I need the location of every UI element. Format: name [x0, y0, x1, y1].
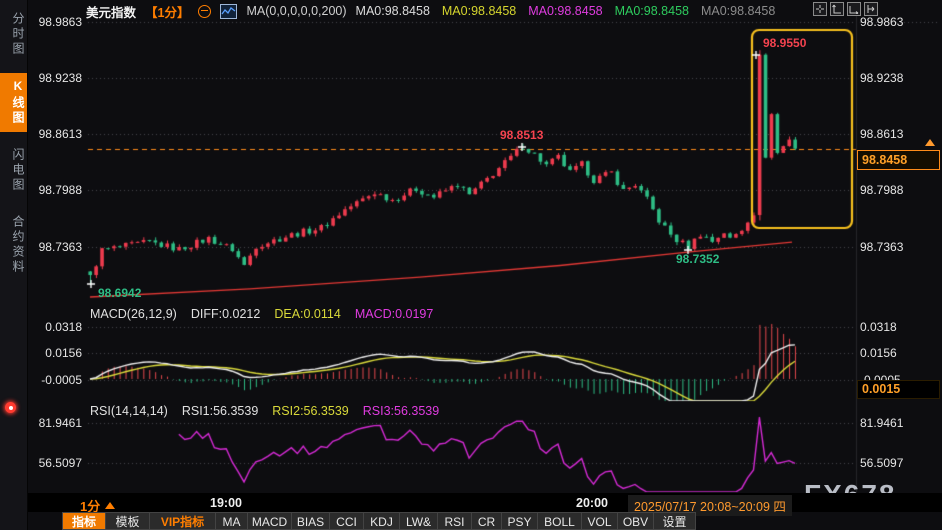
toolbar-button-CCI[interactable]: CCI — [330, 512, 364, 530]
axis-label: 98.7988 — [39, 183, 82, 197]
ma-value-3: MA0:98.8458 — [615, 4, 689, 18]
chart-style-icon[interactable] — [220, 4, 237, 19]
sidebar-item-K线图[interactable]: K线图 — [0, 73, 27, 132]
toolbar-button-RSI[interactable]: RSI — [438, 512, 472, 530]
macd-name: MACD(26,12,9) — [90, 307, 177, 321]
rsi-name: RSI(14,14,14) — [90, 404, 168, 418]
current-price-box: 98.8458 — [857, 150, 940, 170]
toolbar-button-BOLL[interactable]: BOLL — [538, 512, 582, 530]
axis-label: 98.9863 — [39, 15, 82, 29]
price-annotation: 98.9550 — [763, 36, 806, 50]
axis-label: 0.0318 — [860, 320, 897, 334]
triangle-up-icon — [105, 502, 115, 509]
toolbar-button-VOL[interactable]: VOL — [582, 512, 618, 530]
toolbar-button-LW&[interactable]: LW& — [400, 512, 438, 530]
ma-value-1: MA0:98.8458 — [442, 4, 516, 18]
toolbar-button-MACD[interactable]: MACD — [248, 512, 292, 530]
sidebar-item-分时图[interactable]: 分时图 — [0, 6, 27, 63]
indicator-toolbar: 指标模板VIP指标MAMACDBIASCCIKDJLW&RSICRPSYBOLL… — [62, 512, 696, 530]
trading-app-window: 分时图 K线图闪电图合约资料 美元指数 【1分】 MA(0,0,0,0,0,200… — [0, 0, 942, 530]
toolbar-button-KDJ[interactable]: KDJ — [364, 512, 400, 530]
axis-label: 98.7363 — [39, 240, 82, 254]
macd-bar-value: MACD:0.0197 — [355, 307, 434, 321]
axis-label: 98.8613 — [39, 127, 82, 141]
time-label: 20:00 — [576, 496, 608, 510]
sidebar-item-闪电图[interactable]: 闪电图 — [0, 142, 27, 199]
toolbar-button-MA[interactable]: MA — [216, 512, 248, 530]
axis-label: 98.9863 — [860, 15, 903, 29]
left-sidebar: 分时图 K线图闪电图合约资料 — [0, 0, 28, 530]
rsi-header: RSI(14,14,14) RSI1:56.3539 RSI2:56.3539 … — [90, 404, 439, 418]
crosshair-icon[interactable] — [813, 2, 827, 16]
macd-current-box: 0.0015 — [857, 380, 940, 399]
chart-tool-icons — [813, 2, 878, 16]
axis-label: 0.0318 — [45, 320, 82, 334]
price-axis-icon[interactable] — [830, 2, 844, 16]
ma-value-2: MA0:98.8458 — [528, 4, 602, 18]
toolbar-button-指标[interactable]: 指标 — [62, 512, 106, 530]
axis-label: 98.8613 — [860, 127, 903, 141]
axis-label: -0.0005 — [41, 373, 82, 387]
footer-strip — [28, 493, 942, 512]
axis-label: 56.5097 — [860, 456, 903, 470]
ma-values: MA0:98.8458 MA0:98.8458 MA0:98.8458 MA0:98.… — [356, 4, 776, 18]
price-alert-icon[interactable] — [925, 139, 935, 146]
macd-diff-value: DIFF:0.0212 — [191, 307, 260, 321]
price-annotation: 98.6942 — [98, 286, 141, 300]
chart-header: 美元指数 【1分】 MA(0,0,0,0,0,200) MA0:98.8458M… — [86, 3, 775, 19]
time-axis-icon[interactable] — [847, 2, 861, 16]
ma-value-4: MA0:98.8458 — [701, 4, 775, 18]
axis-label: 81.9461 — [39, 416, 82, 430]
axis-label: 98.9238 — [39, 71, 82, 85]
chart-canvas[interactable] — [0, 0, 942, 530]
toolbar-button-OBV[interactable]: OBV — [618, 512, 654, 530]
rsi3-value: RSI3:56.3539 — [363, 404, 439, 418]
symbol-title: 美元指数 — [86, 2, 136, 21]
axis-label: 0.0156 — [45, 346, 82, 360]
toolbar-button-模板[interactable]: 模板 — [106, 512, 150, 530]
period-label[interactable]: 【1分】 — [145, 2, 189, 21]
axis-label: 56.5097 — [39, 456, 82, 470]
rsi2-value: RSI2:56.3539 — [272, 404, 348, 418]
axis-label: 98.9238 — [860, 71, 903, 85]
macd-header: MACD(26,12,9) DIFF:0.0212 DEA:0.0114 MAC… — [90, 307, 433, 321]
time-label: 19:00 — [210, 496, 242, 510]
axis-label: 81.9461 — [860, 416, 903, 430]
ma-value-0: MA0:98.8458 — [356, 4, 430, 18]
ma-formula: MA(0,0,0,0,0,200) — [246, 4, 346, 18]
rsi1-value: RSI1:56.3539 — [182, 404, 258, 418]
price-annotation: 98.8513 — [500, 128, 543, 142]
price-annotation: 98.7352 — [676, 252, 719, 266]
toolbar-button-PSY[interactable]: PSY — [502, 512, 538, 530]
toolbar-button-BIAS[interactable]: BIAS — [292, 512, 330, 530]
axis-label: 0.0156 — [860, 346, 897, 360]
shift-chart-icon[interactable] — [864, 2, 878, 16]
alarm-icon[interactable] — [5, 402, 16, 413]
macd-dea-value: DEA:0.0114 — [274, 307, 340, 321]
axis-label: 98.7988 — [860, 183, 903, 197]
toolbar-button-设置[interactable]: 设置 — [654, 512, 696, 530]
minus-circle-icon[interactable] — [198, 5, 211, 18]
toolbar-button-VIP指标[interactable]: VIP指标 — [150, 512, 216, 530]
axis-label: 98.7363 — [860, 240, 903, 254]
toolbar-button-CR[interactable]: CR — [472, 512, 502, 530]
sidebar-item-合约资料[interactable]: 合约资料 — [0, 209, 27, 281]
